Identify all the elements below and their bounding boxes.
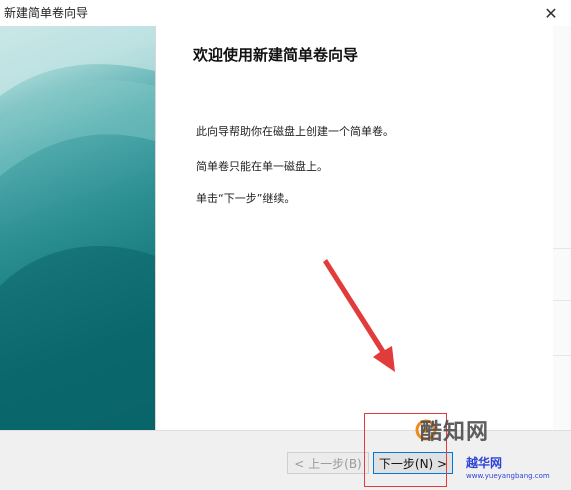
back-button[interactable]: < 上一步(B) bbox=[287, 452, 369, 474]
panel-divider bbox=[155, 26, 156, 430]
background-window-line bbox=[553, 248, 571, 249]
wizard-heading: 欢迎使用新建简单卷向导 bbox=[193, 46, 359, 64]
window-title: 新建简单卷向导 bbox=[4, 6, 89, 20]
background-window-edge bbox=[553, 26, 571, 430]
wizard-footer bbox=[0, 430, 571, 490]
banner-decoration bbox=[0, 26, 155, 430]
description-line-3: 单击“下一步”继续。 bbox=[196, 192, 296, 205]
next-button[interactable]: 下一步(N) > bbox=[373, 452, 453, 474]
description-line-2: 简单卷只能在单一磁盘上。 bbox=[196, 160, 328, 173]
description-line-1: 此向导帮助你在磁盘上创建一个简单卷。 bbox=[196, 125, 394, 138]
background-window-line bbox=[553, 355, 571, 356]
close-icon[interactable]: ✕ bbox=[531, 0, 571, 26]
background-window-line bbox=[553, 300, 571, 301]
wizard-banner-panel bbox=[0, 26, 155, 430]
